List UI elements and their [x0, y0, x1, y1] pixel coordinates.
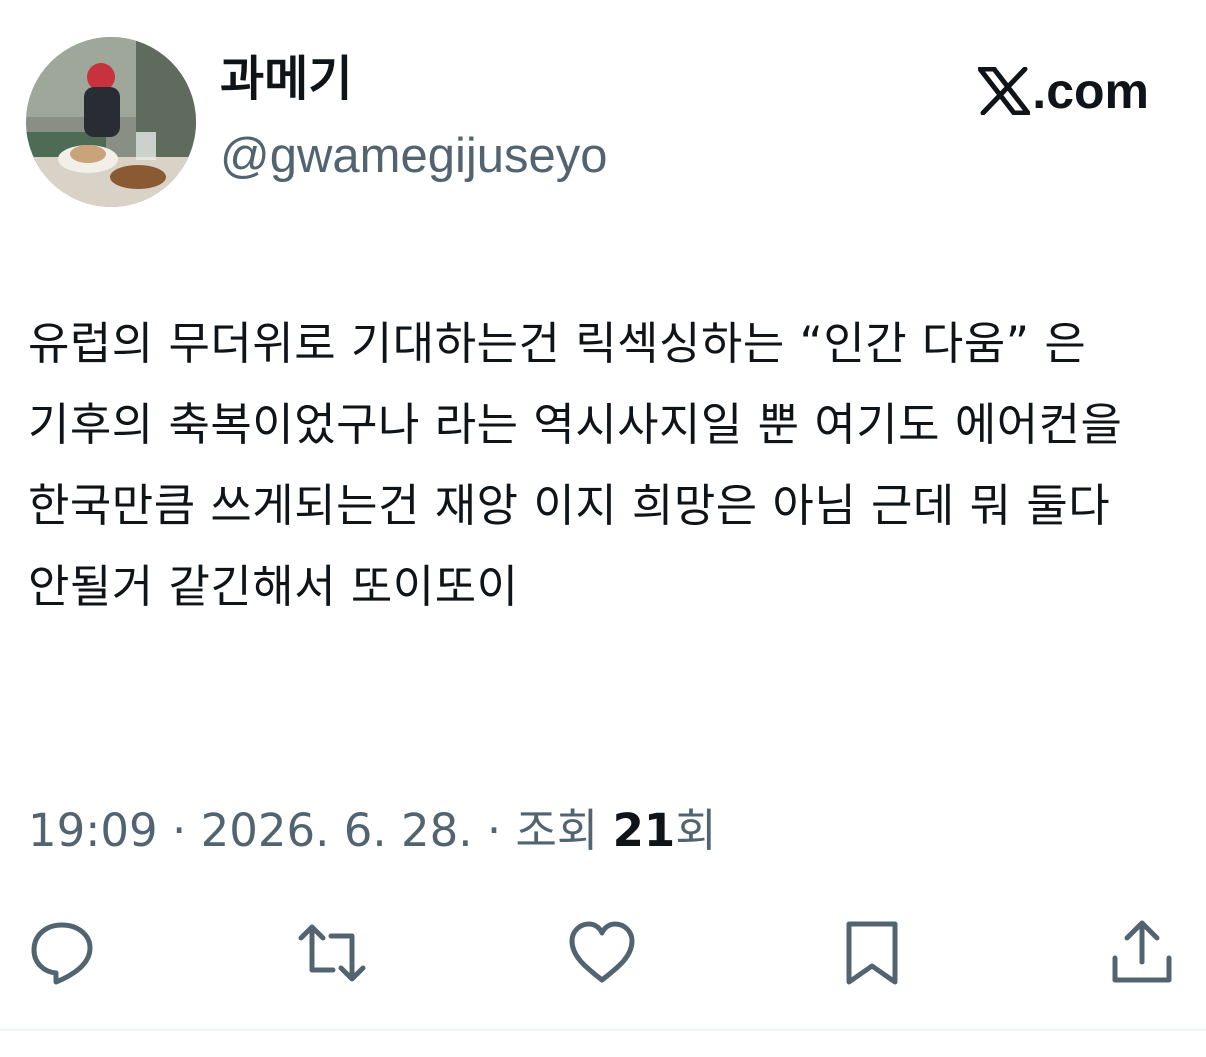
- views-suffix: 회: [675, 804, 717, 857]
- reply-button[interactable]: [27, 918, 97, 988]
- author-handle[interactable]: @gwamegijuseyo: [220, 132, 607, 181]
- tweet-date[interactable]: 2026. 6. 28.: [201, 804, 473, 857]
- meta-separator: ·: [157, 804, 201, 857]
- views-count: 21: [612, 804, 676, 857]
- like-button[interactable]: [567, 918, 637, 988]
- avatar-image: [26, 37, 196, 207]
- tweet-time[interactable]: 19:09: [28, 804, 158, 857]
- author-display-name[interactable]: 과메기: [220, 55, 352, 103]
- bookmark-button[interactable]: [837, 918, 907, 988]
- action-bar: [0, 918, 1206, 988]
- meta-separator: ·: [472, 804, 516, 857]
- x-brand: .com: [978, 66, 1149, 116]
- share-icon: [1112, 920, 1172, 983]
- retweet-button[interactable]: [297, 918, 367, 988]
- share-button[interactable]: [1107, 918, 1177, 988]
- heart-icon: [569, 921, 635, 983]
- tweet-meta: 19:09 · 2026. 6. 28. · 조회 21회: [28, 808, 717, 853]
- tweet-text: 유럽의 무더위로 기대하는건 릭섹싱하는 “인간 다움” 은 기후의 축복이었구…: [28, 317, 1138, 613]
- reply-icon: [31, 922, 93, 985]
- brand-domain-suffix: .com: [1032, 63, 1149, 119]
- x-logo-icon: [978, 67, 1031, 115]
- avatar[interactable]: [26, 37, 196, 207]
- bookmark-icon: [846, 921, 898, 985]
- retweet-icon: [298, 924, 366, 982]
- views-prefix: 조회: [515, 804, 613, 857]
- bottom-divider: [0, 1029, 1206, 1031]
